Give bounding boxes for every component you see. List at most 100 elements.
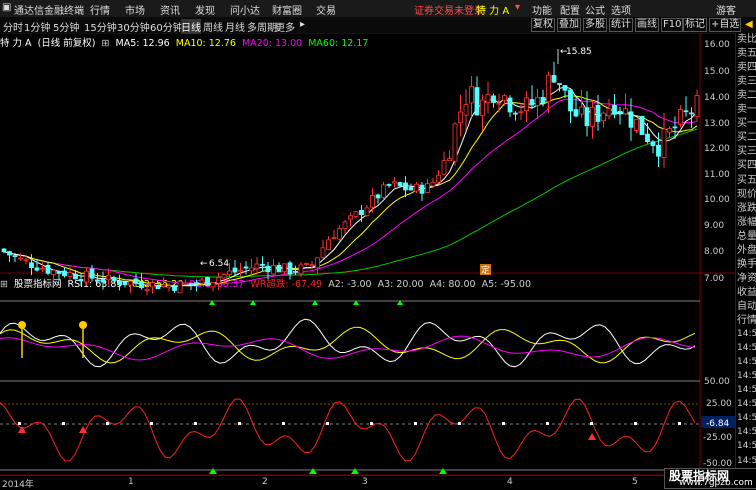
candle-body	[188, 283, 194, 285]
price-tick: 10.00	[704, 195, 730, 205]
candle-body	[144, 288, 150, 291]
candle-body	[111, 278, 117, 281]
side-panel-item[interactable]: 卖五	[737, 47, 756, 60]
side-panel-item[interactable]: 卖四	[737, 61, 756, 74]
side-panel-item[interactable]: 涨跌	[737, 202, 756, 215]
dot-marker	[62, 422, 65, 425]
bottom-signal-icon	[351, 468, 359, 474]
candle-body	[353, 211, 359, 217]
candle-body	[293, 270, 298, 273]
side-panel-item[interactable]: 卖三	[737, 75, 756, 88]
side-panel-item[interactable]: 14:56	[737, 426, 756, 439]
side-panel-item[interactable]: 14:56	[737, 455, 756, 468]
dot-marker	[150, 422, 153, 425]
candle-body	[309, 264, 315, 267]
side-panel-item[interactable]: 14:56	[737, 356, 756, 369]
candle-body	[480, 99, 485, 117]
side-panel-item[interactable]: 自动	[737, 300, 756, 313]
side-panel-item[interactable]: 卖二	[737, 89, 756, 102]
candle-body	[348, 215, 353, 220]
candle-body	[617, 111, 623, 114]
candle-body	[524, 97, 529, 112]
side-panel-item[interactable]: 买三	[737, 145, 756, 158]
candle-body	[661, 128, 667, 158]
side-panel-item[interactable]: 买五	[737, 174, 756, 187]
dot-marker	[326, 422, 329, 425]
year-label: 2014年	[2, 480, 34, 490]
side-panel-item[interactable]: 卖一	[737, 103, 756, 116]
candle-body	[546, 74, 551, 103]
dot-marker	[458, 422, 461, 425]
side-panel-item[interactable]: 净资	[737, 272, 756, 285]
candle-body	[656, 144, 661, 157]
side-panel-item[interactable]: 14:56	[737, 342, 756, 355]
side-panel-item[interactable]: 14:56	[737, 398, 756, 411]
candle-body	[62, 270, 67, 277]
candle-body	[205, 277, 210, 286]
candle-body	[694, 95, 700, 118]
candle-body	[18, 257, 23, 260]
candle-body	[227, 270, 232, 275]
candle-body	[342, 221, 348, 230]
candle-body	[579, 106, 584, 115]
side-panel-item[interactable]: 买二	[737, 131, 756, 144]
candle-body	[645, 133, 650, 143]
side-panel-item[interactable]: 行情	[737, 314, 756, 327]
bottom-signal-icon	[439, 468, 447, 474]
price-tick: 12.00	[704, 144, 730, 154]
side-panel-item[interactable]: 卖比	[737, 33, 756, 46]
sub-tick: 50.00	[704, 377, 730, 387]
candle-body	[414, 183, 419, 192]
candle-body	[568, 89, 573, 112]
dot-marker	[546, 422, 549, 425]
dot-marker	[634, 422, 637, 425]
candle-body	[199, 279, 205, 284]
side-panel-item[interactable]: 买一	[737, 117, 756, 130]
candle-body	[518, 111, 524, 114]
candle-body	[474, 87, 480, 116]
side-panel-item[interactable]: 14:56	[737, 370, 756, 383]
dot-marker	[590, 422, 593, 425]
candle-body	[12, 255, 18, 257]
candle-body	[430, 181, 436, 187]
price-tick: 16.00	[704, 40, 730, 50]
side-panel-item[interactable]: 收益	[737, 286, 756, 299]
dot-marker	[678, 422, 681, 425]
candle-body	[419, 184, 425, 194]
candle-body	[403, 182, 408, 191]
month-label: 3	[362, 477, 368, 487]
side-panel-item[interactable]: 14:56	[737, 412, 756, 425]
candle-body	[507, 97, 513, 113]
candle-body	[447, 158, 452, 161]
indicator-line	[0, 326, 696, 364]
dot-marker	[370, 422, 373, 425]
side-panel-item[interactable]: 现价	[737, 188, 756, 201]
dot-marker	[414, 422, 417, 425]
side-panel-item[interactable]: 14:56	[737, 328, 756, 341]
side-panel-item[interactable]: 涨幅	[737, 216, 756, 229]
candle-body	[601, 112, 606, 122]
dot-marker	[18, 422, 21, 425]
side-panel-item[interactable]: 14:56	[737, 440, 756, 453]
candle-body	[386, 184, 392, 186]
candle-body	[67, 272, 73, 277]
candle-body	[177, 281, 183, 294]
candle-body	[612, 104, 617, 115]
indicator-line	[0, 335, 696, 361]
candle-body	[287, 262, 293, 275]
side-panel-item[interactable]: 总量	[737, 230, 756, 243]
side-panel-item[interactable]: 外盘	[737, 244, 756, 257]
candle-body	[496, 102, 502, 105]
candle-body	[320, 247, 326, 258]
candle-body	[304, 263, 309, 265]
candle-body	[106, 274, 111, 281]
candle-body	[562, 85, 568, 91]
side-panel-item[interactable]: 买四	[737, 159, 756, 172]
month-label: 2	[262, 477, 268, 487]
side-panel-item[interactable]: 换手	[737, 258, 756, 271]
candle-body	[513, 112, 518, 115]
kline-chart[interactable]: 15.85 ← ← 6.54 定 16.00 15.00 14.00 13.00…	[0, 0, 756, 487]
candle-body	[34, 267, 40, 271]
signal-dot	[18, 321, 26, 329]
side-panel-item[interactable]: 14:56	[737, 384, 756, 397]
